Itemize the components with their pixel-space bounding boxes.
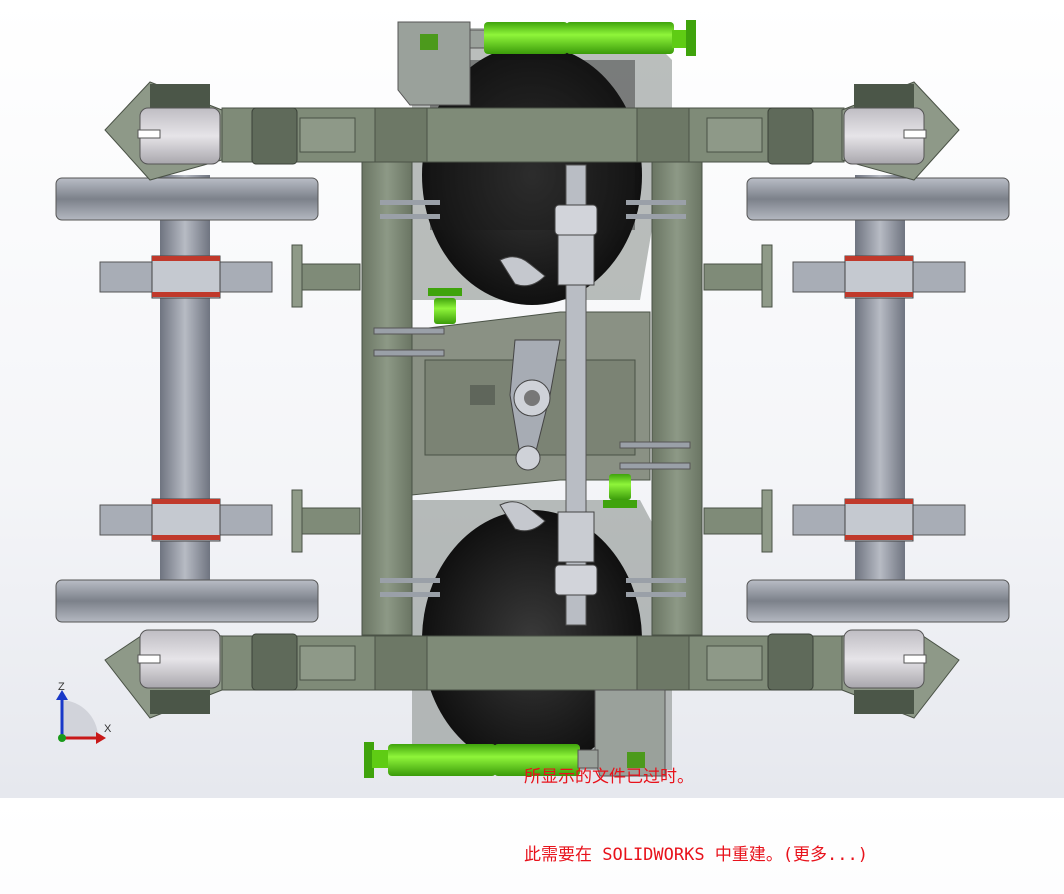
top-damper-bracket: [397, 21, 471, 106]
axlebox-top-right: [841, 81, 960, 181]
orientation-triad: Z X: [56, 681, 112, 744]
axlebox-top-left: [104, 81, 223, 181]
right-wheelset: [746, 175, 1010, 623]
triad-x-label: X: [104, 723, 112, 735]
left-wheelset: [55, 175, 319, 623]
bottom-crossbeam: [221, 633, 845, 691]
rebuild-warning-line1: 所显示的文件已过时。: [524, 767, 694, 787]
cad-viewport[interactable]: Z X 所显示的文件已过时。 此需要在 SOLIDWORKS 中重建。(更多..…: [0, 0, 1064, 865]
axlebox-bottom-right: [841, 629, 960, 719]
top-crossbeam: [221, 107, 845, 165]
triad-z-label: Z: [58, 681, 65, 693]
rebuild-warning-line2[interactable]: 此需要在 SOLIDWORKS 中重建。(更多...): [524, 842, 868, 868]
rebuild-warning[interactable]: 所显示的文件已过时。 此需要在 SOLIDWORKS 中重建。(更多...): [524, 712, 868, 894]
top-yaw-damper: [469, 20, 696, 56]
axlebox-bottom-left: [104, 629, 223, 719]
bogie-model-view: Z X: [55, 20, 1010, 778]
